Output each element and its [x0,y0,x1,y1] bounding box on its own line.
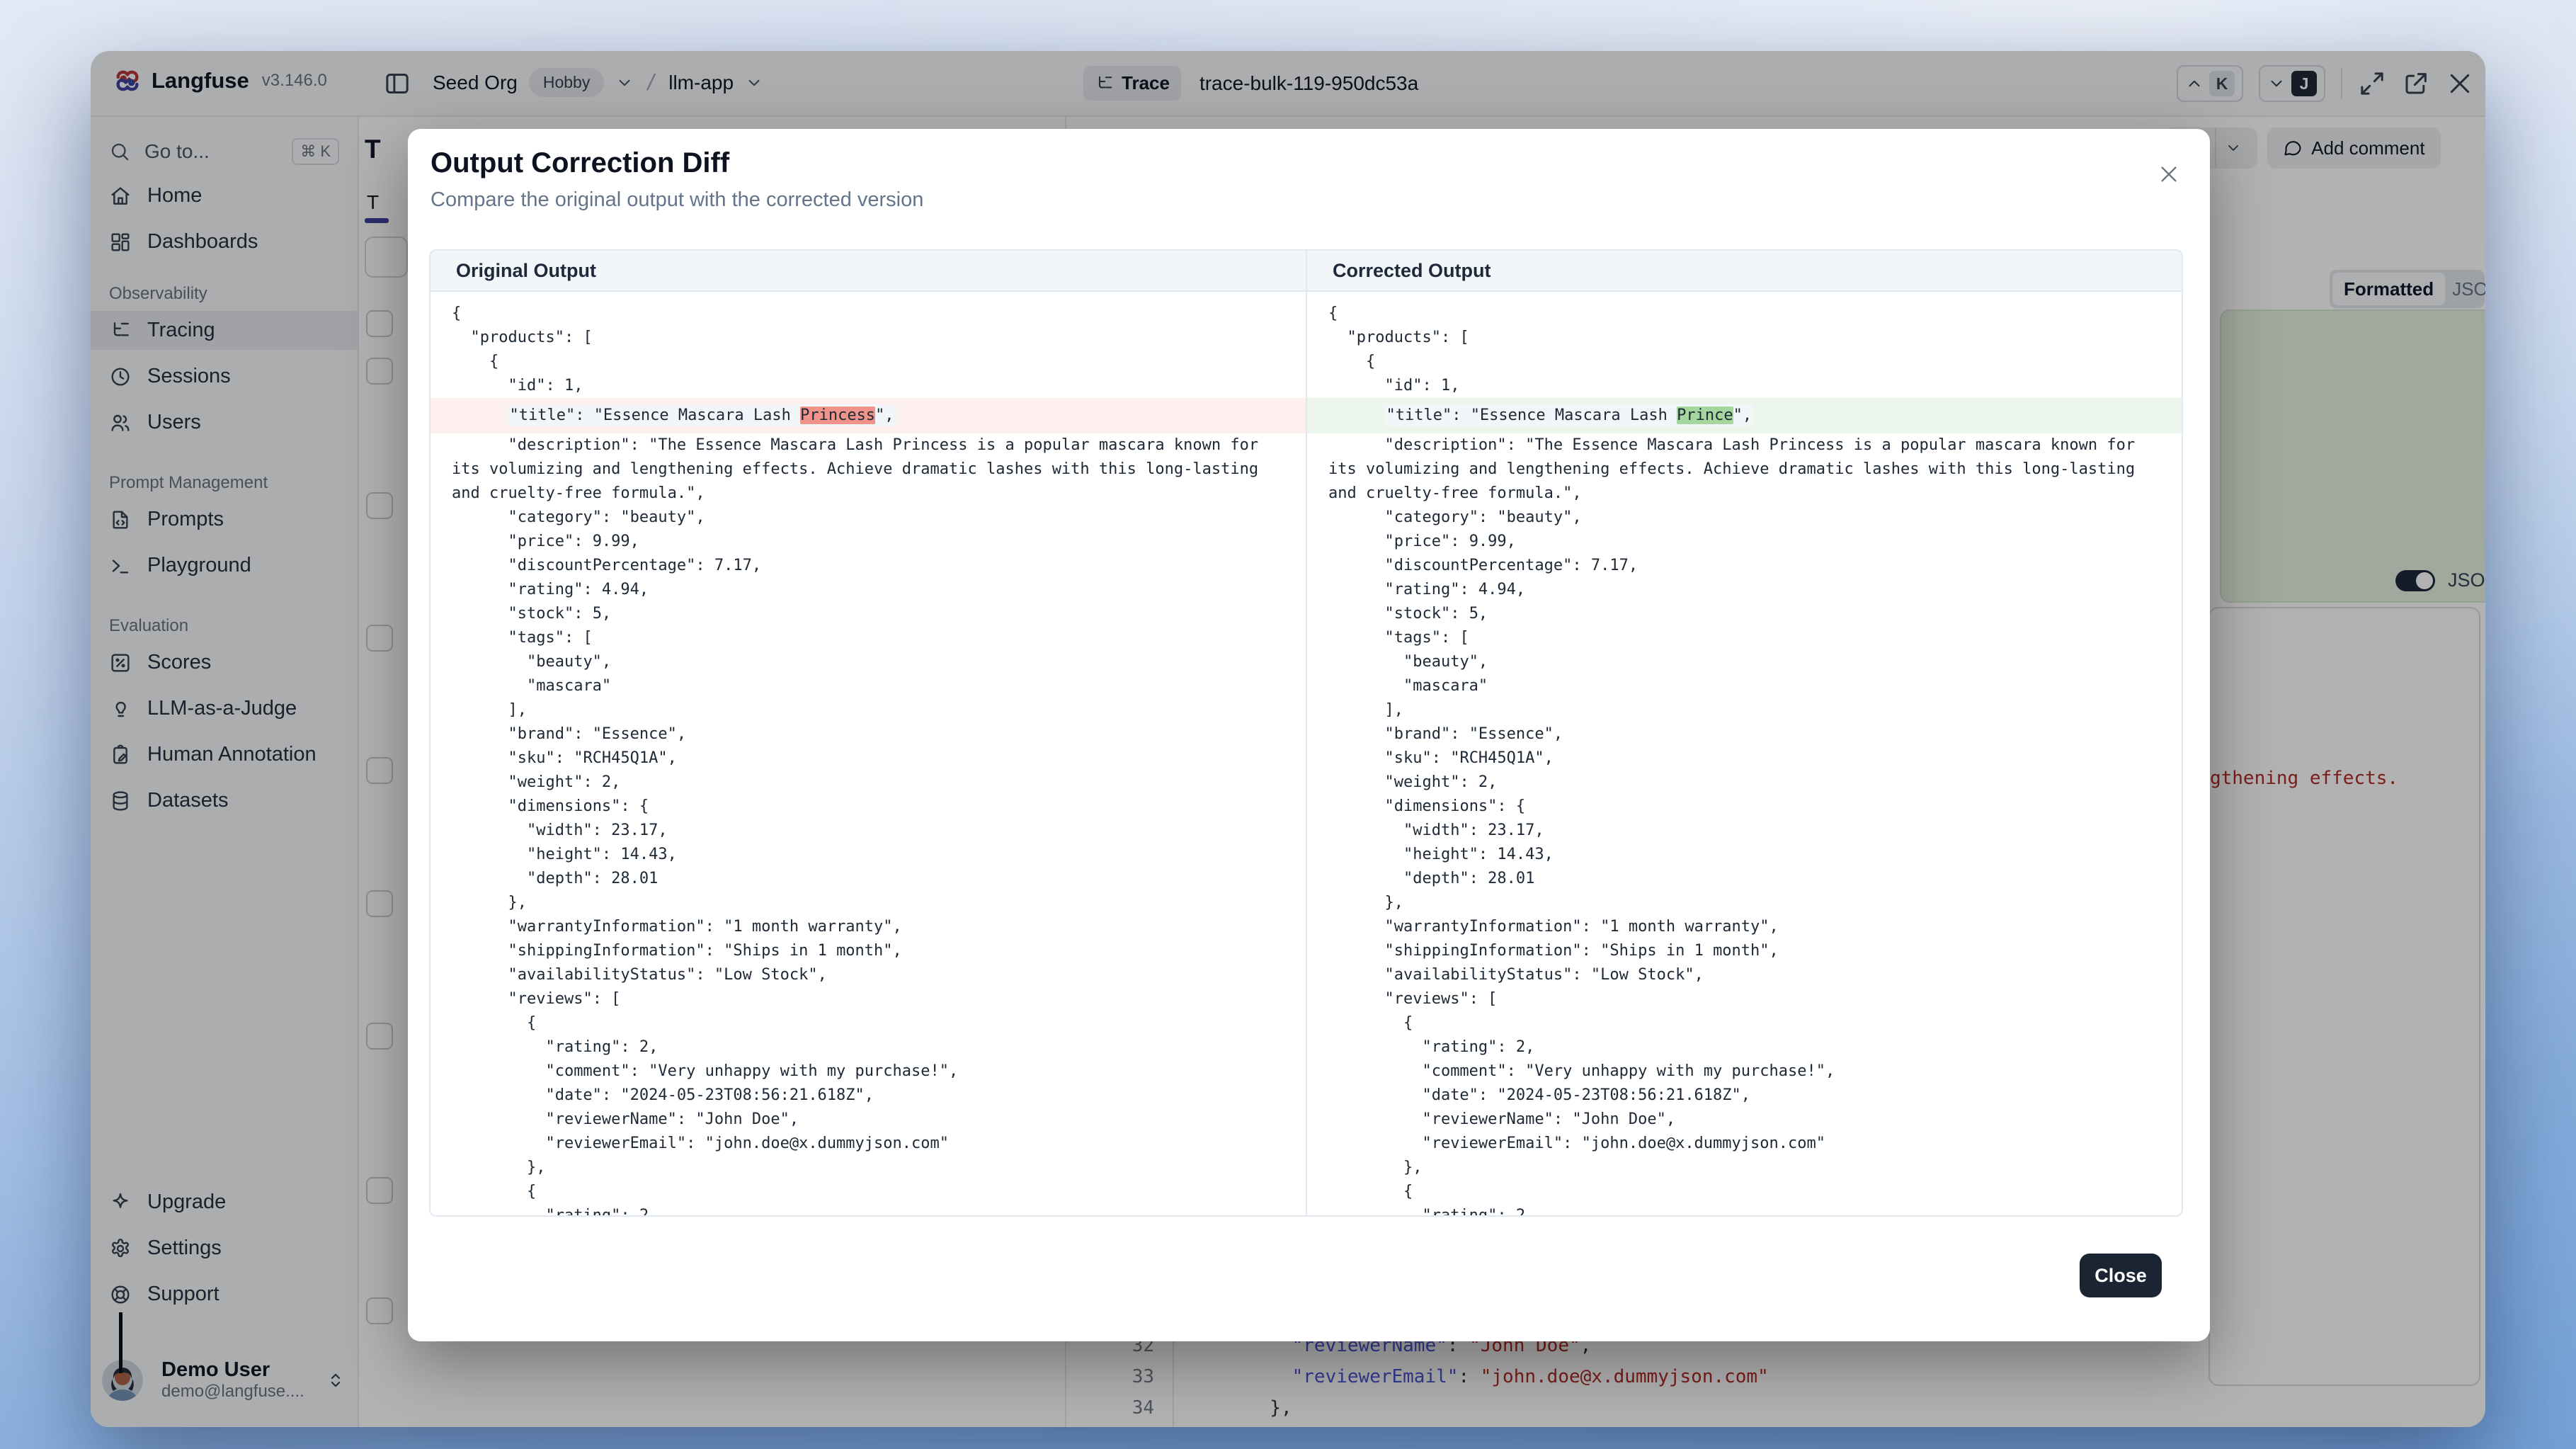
diff-line: "tags": [ [431,626,1306,650]
corrected-output-header: Corrected Output [1306,251,2182,290]
modal-subtitle: Compare the original output with the cor… [431,188,923,212]
diff-line: "reviewerName": "John Doe", [1307,1108,2182,1132]
desktop: Langfuse v3.146.0 Seed Org Hobby / llm-a… [0,0,2576,1449]
diff-line: "comment": "Very unhappy with my purchas… [1307,1059,2182,1084]
diff-line: "brand": "Essence", [431,722,1306,746]
diff-line: "beauty", [431,650,1306,674]
diff-line: { [431,1180,1306,1204]
diff-line: "products": [ [431,326,1306,350]
diff-line: { [1307,1011,2182,1035]
output-correction-diff-modal: Output Correction Diff Compare the origi… [408,129,2210,1341]
diff-line: "availabilityStatus": "Low Stock", [431,963,1306,987]
diff-line: "reviews": [ [431,987,1306,1011]
diff-line: "stock": 5, [1307,602,2182,626]
diff-line: }, [1307,1156,2182,1180]
diff-line: "description": "The Essence Mascara Lash… [431,433,1306,506]
diff-added-line: "title": "Essence Mascara Lash Prince", [1307,398,2182,433]
diff-line: "rating": 2, [431,1204,1306,1217]
diff-line: "sku": "RCH45Q1A", [431,746,1306,771]
diff-line: "date": "2024-05-23T08:56:21.618Z", [431,1084,1306,1108]
diff-line: "id": 1, [1307,374,2182,398]
diff-line: "rating": 2, [1307,1035,2182,1059]
diff-line: "discountPercentage": 7.17, [431,554,1306,578]
diff-line: { [431,302,1306,326]
diff-line: "price": 9.99, [431,530,1306,554]
diff-line: "tags": [ [1307,626,2182,650]
diff-line: "category": "beauty", [1307,506,2182,530]
diff-line: ], [431,698,1306,722]
diff-table: Original Output Corrected Output { "prod… [429,249,2183,1217]
diff-line: "comment": "Very unhappy with my purchas… [431,1059,1306,1084]
diff-line: "depth": 28.01 [1307,867,2182,891]
modal-close-icon[interactable] [2158,163,2180,186]
corrected-output-panel[interactable]: { "products": [ { "id": 1, "title": "Ess… [1306,292,2182,1217]
diff-line: "weight": 2, [431,771,1306,795]
diff-header: Original Output Corrected Output [431,251,2182,292]
diff-line: "sku": "RCH45Q1A", [1307,746,2182,771]
app-window: Langfuse v3.146.0 Seed Org Hobby / llm-a… [91,51,2485,1427]
diff-line: "height": 14.43, [1307,843,2182,867]
diff-line: "rating": 2, [431,1035,1306,1059]
diff-line: "rating": 4.94, [431,578,1306,602]
diff-line: "rating": 4.94, [1307,578,2182,602]
diff-line: "shippingInformation": "Ships in 1 month… [1307,939,2182,963]
diff-line: { [1307,1180,2182,1204]
diff-removed-word: Princess [800,407,875,424]
diff-body: { "products": [ { "id": 1, "title": "Ess… [431,292,2182,1217]
diff-line: "width": 23.17, [431,819,1306,843]
original-output-header: Original Output [431,251,1306,290]
diff-line: }, [1307,891,2182,915]
diff-line: "brand": "Essence", [1307,722,2182,746]
diff-line: }, [431,1156,1306,1180]
diff-line: "warrantyInformation": "1 month warranty… [1307,915,2182,939]
diff-line: "category": "beauty", [431,506,1306,530]
diff-line: { [431,1011,1306,1035]
diff-line: "width": 23.17, [1307,819,2182,843]
diff-line: "reviews": [ [1307,987,2182,1011]
close-button[interactable]: Close [2080,1254,2162,1297]
modal-title: Output Correction Diff [431,147,729,179]
diff-line: "stock": 5, [431,602,1306,626]
diff-line: { [1307,350,2182,374]
diff-line: "products": [ [1307,326,2182,350]
diff-line: "reviewerEmail": "john.doe@x.dummyjson.c… [431,1132,1306,1156]
diff-removed-line: "title": "Essence Mascara Lash Princess"… [431,398,1306,433]
diff-line: "mascara" [431,674,1306,698]
diff-added-word: Prince [1677,407,1733,424]
diff-line: { [1307,302,2182,326]
diff-line: "rating": 2, [1307,1204,2182,1217]
diff-line: "reviewerName": "John Doe", [431,1108,1306,1132]
diff-line: "depth": 28.01 [431,867,1306,891]
diff-line: "availabilityStatus": "Low Stock", [1307,963,2182,987]
original-output-panel[interactable]: { "products": [ { "id": 1, "title": "Ess… [431,292,1306,1217]
diff-line: "description": "The Essence Mascara Lash… [1307,433,2182,506]
diff-line: "warrantyInformation": "1 month warranty… [431,915,1306,939]
diff-line: "discountPercentage": 7.17, [1307,554,2182,578]
diff-line: ], [1307,698,2182,722]
diff-line: "shippingInformation": "Ships in 1 month… [431,939,1306,963]
diff-line: "price": 9.99, [1307,530,2182,554]
diff-line: "mascara" [1307,674,2182,698]
diff-line: { [431,350,1306,374]
diff-line: "id": 1, [431,374,1306,398]
diff-line: "reviewerEmail": "john.doe@x.dummyjson.c… [1307,1132,2182,1156]
diff-line: "weight": 2, [1307,771,2182,795]
diff-line: "date": "2024-05-23T08:56:21.618Z", [1307,1084,2182,1108]
diff-line: "dimensions": { [431,795,1306,819]
diff-line: "dimensions": { [1307,795,2182,819]
diff-line: "height": 14.43, [431,843,1306,867]
diff-line: "beauty", [1307,650,2182,674]
diff-line: }, [431,891,1306,915]
